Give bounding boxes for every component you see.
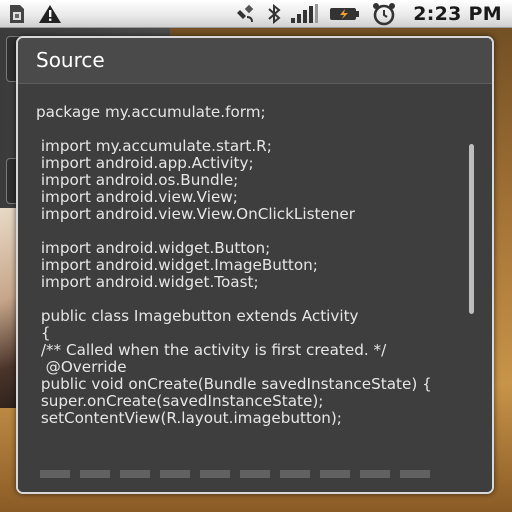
code-line: { <box>36 324 51 342</box>
code-line: /** Called when the activity is first cr… <box>36 341 387 359</box>
code-line: import android.view.View; <box>36 188 238 206</box>
code-line: import android.widget.Button; <box>36 239 271 257</box>
sim-card-icon <box>8 4 26 24</box>
code-line: setContentView(R.layout.imagebutton); <box>36 409 342 427</box>
code-line: import android.os.Bundle; <box>36 171 239 189</box>
code-line: package my.accumulate.form; <box>36 103 266 121</box>
code-line: public void onCreate(Bundle savedInstanc… <box>36 375 432 393</box>
source-dialog: Source package my.accumulate.form; impor… <box>16 36 494 494</box>
dialog-body[interactable]: package my.accumulate.form; import my.ac… <box>18 84 492 492</box>
status-bar: 2:23 PM <box>0 0 512 28</box>
code-line: import my.accumulate.start.R; <box>36 137 272 155</box>
warning-icon <box>38 4 62 24</box>
battery-icon <box>329 4 361 24</box>
dialog-title: Source <box>36 48 105 72</box>
code-line: super.onCreate(savedInstanceState); <box>36 392 324 410</box>
bluetooth-icon <box>267 3 281 24</box>
scroll-fade <box>18 462 492 492</box>
code-line: import android.view.View.OnClickListener <box>36 205 356 223</box>
alarm-icon <box>371 2 397 26</box>
code-line: public class Imagebutton extends Activit… <box>36 307 359 325</box>
source-code[interactable]: package my.accumulate.form; import my.ac… <box>36 104 470 427</box>
code-line: @Override <box>36 358 127 376</box>
code-line: import android.widget.Toast; <box>36 273 259 291</box>
scrollbar[interactable] <box>469 144 474 314</box>
screen: 2:23 PM Source package my.accumulate.for… <box>0 0 512 512</box>
code-line: import android.widget.ImageButton; <box>36 256 318 274</box>
satellite-icon <box>237 4 257 24</box>
code-line: import android.app.Activity; <box>36 154 254 172</box>
status-time: 2:23 PM <box>413 2 502 25</box>
cut-off-text-line <box>40 470 440 478</box>
signal-icon <box>291 3 319 24</box>
dialog-title-bar: Source <box>18 38 492 84</box>
